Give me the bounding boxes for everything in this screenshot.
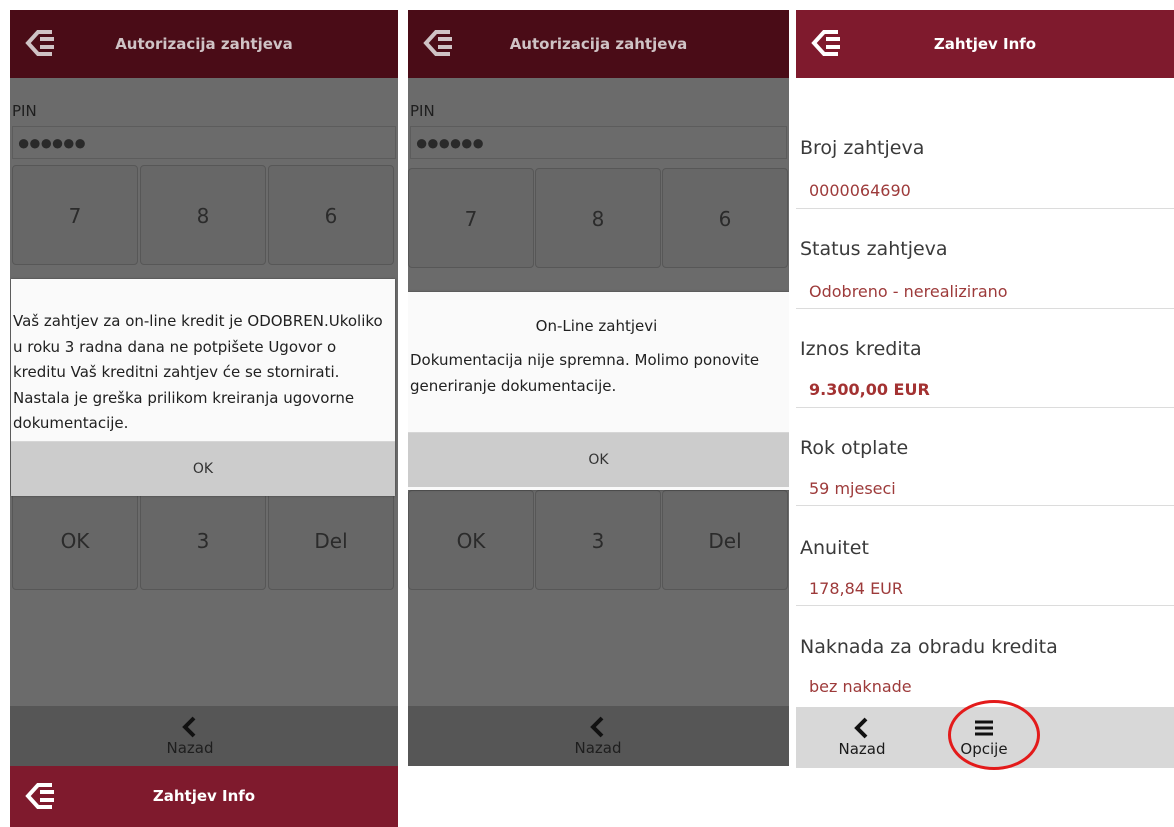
bottom-bar: Nazad — [408, 706, 789, 766]
app-header: Autorizacija zahtjeva — [10, 10, 398, 78]
dialog-ok-button[interactable]: OK — [408, 432, 789, 487]
field-value-request-status: Odobreno - nerealizirano — [809, 282, 1008, 301]
pin-dots: ●●●●●● — [415, 130, 485, 155]
divider — [796, 505, 1174, 506]
divider — [796, 308, 1174, 309]
back-button[interactable]: Nazad — [150, 706, 230, 766]
page-title: Zahtjev Info — [933, 35, 1037, 53]
key-ok[interactable]: OK — [408, 490, 534, 590]
field-label-processing-fee: Naknada za obradu kredita — [800, 636, 1058, 658]
key-del[interactable]: Del — [268, 490, 394, 590]
field-label-repayment-term: Rok otplate — [800, 437, 909, 459]
back-label: Nazad — [574, 739, 622, 757]
field-value-processing-fee: bez naknade — [809, 677, 912, 696]
field-label-loan-amount: Iznos kredita — [800, 338, 922, 360]
chevron-left-icon — [590, 716, 604, 738]
app-header: Autorizacija zahtjeva — [408, 10, 789, 78]
divider — [796, 208, 1174, 209]
key-7[interactable]: 7 — [12, 165, 138, 265]
page-title: Autorizacija zahtjeva — [115, 35, 293, 53]
key-6[interactable]: 6 — [662, 168, 788, 268]
field-value-request-number: 0000064690 — [809, 181, 911, 200]
dialog-title: On-Line zahtjevi — [535, 317, 658, 335]
screen-request-info-header: Zahtjev Info — [10, 766, 398, 827]
pin-label: PIN — [410, 102, 435, 120]
key-3[interactable]: 3 — [140, 490, 266, 590]
divider — [796, 407, 1174, 408]
field-value-loan-amount: 9.300,00 EUR — [809, 380, 930, 399]
page-title: Zahtjev Info — [152, 787, 256, 805]
pin-dots: ●●●●●● — [17, 130, 87, 155]
bottom-bar: Nazad — [10, 706, 398, 766]
field-label-annuity: Anuitet — [800, 537, 869, 559]
dialog-message: Vaš zahtjev za on-line kredit je ODOBREN… — [13, 312, 383, 432]
chevron-left-icon — [182, 716, 196, 738]
key-8[interactable]: 8 — [535, 168, 661, 268]
back-button[interactable]: Nazad — [822, 707, 902, 767]
pin-input[interactable]: ●●●●●● — [410, 126, 787, 159]
screen-authorization-1: Autorizacija zahtjeva PIN ●●●●●● 7 8 6 O… — [10, 10, 398, 766]
alert-dialog: On-Line zahtjevi Dokumentacija nije spre… — [408, 292, 789, 490]
alert-dialog: Vaš zahtjev za on-line kredit je ODOBREN… — [11, 279, 395, 496]
key-ok[interactable]: OK — [12, 490, 138, 590]
pin-label: PIN — [12, 102, 37, 120]
back-label: Nazad — [838, 740, 886, 758]
field-value-repayment-term: 59 mjeseci — [809, 479, 896, 498]
chevron-left-icon — [854, 717, 868, 739]
key-6[interactable]: 6 — [268, 165, 394, 265]
key-del[interactable]: Del — [662, 490, 788, 590]
divider — [796, 605, 1174, 606]
key-3[interactable]: 3 — [535, 490, 661, 590]
field-label-request-number: Broj zahtjeva — [800, 137, 925, 159]
screen-request-info: Zahtjev Info Broj zahtjeva 0000064690 St… — [796, 10, 1174, 768]
field-value-annuity: 178,84 EUR — [809, 579, 904, 598]
dialog-ok-button[interactable]: OK — [11, 441, 395, 496]
key-7[interactable]: 7 — [408, 168, 534, 268]
page-title: Autorizacija zahtjeva — [509, 35, 688, 53]
back-label: Nazad — [166, 739, 214, 757]
pin-input[interactable]: ●●●●●● — [12, 126, 396, 159]
field-label-request-status: Status zahtjeva — [800, 238, 948, 260]
app-header: Zahtjev Info — [796, 10, 1174, 78]
dialog-message: Dokumentacija nije spremna. Molimo ponov… — [410, 351, 760, 395]
key-8[interactable]: 8 — [140, 165, 266, 265]
back-button[interactable]: Nazad — [558, 706, 638, 766]
screen-authorization-2: Autorizacija zahtjeva PIN ●●●●●● 7 8 6 O… — [408, 10, 789, 766]
highlight-circle — [948, 700, 1040, 770]
